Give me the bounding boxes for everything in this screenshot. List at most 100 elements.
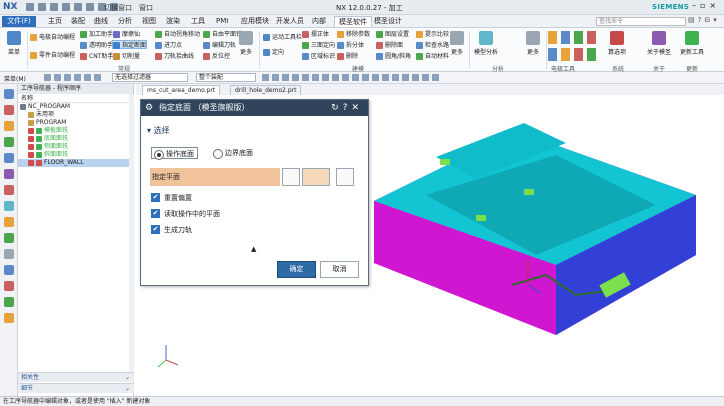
tree-row[interactable]: 侧面面铣 [18, 143, 133, 151]
snap-icon[interactable] [392, 74, 399, 81]
snap-icon[interactable] [312, 74, 319, 81]
snap-icon[interactable] [382, 74, 389, 81]
electrode-icon[interactable] [574, 48, 583, 61]
cam-icon[interactable] [3, 233, 14, 243]
region-mark-button[interactable]: 区域标识 [302, 52, 335, 61]
auto-material-button[interactable]: 自动材料 [416, 52, 449, 61]
tree-row[interactable]: PROGRAM [18, 119, 133, 127]
role-icon[interactable] [3, 249, 14, 259]
section-header-select[interactable]: ▾ 选择 [147, 125, 170, 136]
palette-icon[interactable] [3, 281, 14, 291]
undo-icon[interactable] [38, 3, 46, 11]
process-studio-icon[interactable] [3, 217, 14, 227]
switch-window-button[interactable]: 切换窗口 窗口 [104, 3, 153, 13]
auto-corner-button[interactable]: 自动拐角移动 [155, 30, 200, 39]
more-button-3[interactable]: 更多 [522, 31, 544, 56]
save-icon[interactable] [26, 3, 34, 11]
tree-row[interactable]: 斜面面铣 [18, 151, 133, 159]
operation-floor-radio[interactable]: 操作底面 [151, 147, 198, 160]
cnt-helper-button[interactable]: CNT助手 [80, 52, 113, 61]
web-browser-icon[interactable] [3, 185, 14, 195]
tab-view[interactable]: 视图 [138, 16, 160, 27]
assembly-navigator-icon[interactable] [3, 121, 14, 131]
history-icon[interactable] [3, 201, 14, 211]
tab-home[interactable]: 主页 [44, 16, 66, 27]
model-analysis-button[interactable]: 模型分析 [472, 31, 500, 56]
tree-row[interactable]: 未用项 [18, 111, 133, 119]
redo-icon[interactable] [50, 3, 58, 11]
snap-icon[interactable] [332, 74, 339, 81]
tab-analysis[interactable]: 分析 [114, 16, 136, 27]
snap-icon[interactable] [322, 74, 329, 81]
tree-row[interactable]: 模板面铣 [18, 127, 133, 135]
specify-floor-button[interactable]: 指定断面 [112, 40, 148, 49]
copy-icon[interactable] [74, 3, 82, 11]
boundary-floor-radio[interactable]: 边界底面 [213, 147, 253, 159]
tree-row-selected[interactable]: FLOOR_WALL [18, 159, 133, 167]
snap-icon[interactable] [432, 74, 439, 81]
specify-plane-field[interactable]: 指定平面 [150, 168, 280, 186]
tree-row[interactable]: NC_PROGRAM [18, 103, 133, 111]
toolbar-icon[interactable] [94, 74, 101, 81]
snap-icon[interactable] [402, 74, 409, 81]
update-tool-button[interactable]: 更新工具 [678, 31, 706, 56]
reverse-control-button[interactable]: 反位控 [203, 52, 230, 61]
window-controls[interactable]: –▫× [692, 1, 720, 10]
paste-icon[interactable] [86, 3, 94, 11]
system-icon[interactable] [3, 265, 14, 275]
entry-point-button[interactable]: 进刀点 [155, 41, 182, 50]
tab-pmi[interactable]: PMI [212, 16, 232, 27]
tab-assembly[interactable]: 装配 [67, 16, 89, 27]
snap-icon[interactable] [282, 74, 289, 81]
tab-internal[interactable]: 内部 [308, 16, 330, 27]
tab-mosheng-design[interactable]: 模圣设计 [370, 16, 406, 27]
doc-tab-active[interactable]: ms_cut_area_demo.prt [142, 85, 221, 95]
related-panel-header[interactable]: 相关性 ⌄ [18, 372, 134, 382]
assembly-scope-select[interactable]: 整个装配 [196, 73, 256, 82]
expand-arrow-icon[interactable]: ▲ [251, 245, 256, 253]
snap-icon[interactable] [262, 74, 269, 81]
toolpath-curve-button[interactable]: 刀轨拾曲线 [155, 52, 194, 61]
doc-tab[interactable]: drill_hole_demo2.prt [230, 85, 302, 95]
tree-row[interactable]: 底面面铣 [18, 135, 133, 143]
column-header-name[interactable]: 名称 [18, 94, 133, 103]
snap-icon[interactable] [362, 74, 369, 81]
electrode-icon[interactable] [548, 48, 557, 61]
split-body-button[interactable]: 拆分体 [337, 41, 364, 50]
compare-button[interactable]: 提示比较 [416, 30, 449, 39]
menu-dropdown[interactable]: 菜单(M) [4, 74, 26, 83]
toolbar-icon[interactable] [44, 74, 51, 81]
tab-curve[interactable]: 曲线 [90, 16, 112, 27]
toolbar-icon[interactable] [84, 74, 91, 81]
part-program-button[interactable]: 零件自动编程 [30, 51, 75, 60]
more-button-2[interactable]: 更多 [446, 31, 468, 56]
toolbar-icon[interactable] [64, 74, 71, 81]
edit-toolpath-button[interactable]: 编辑刀轨 [203, 41, 236, 50]
tool-icon[interactable] [3, 313, 14, 323]
about-button[interactable]: 关于模圣 [645, 31, 673, 56]
cancel-button[interactable]: 取消 [320, 261, 359, 278]
tab-tools[interactable]: 工具 [187, 16, 209, 27]
align-body-button[interactable]: 摆正体 [302, 30, 329, 39]
plane-type-dropdown[interactable] [302, 168, 330, 186]
delete-face-button[interactable]: 删除面 [376, 41, 403, 50]
delete-button[interactable]: 删除 [337, 52, 358, 61]
orient-button[interactable]: 定向 [263, 48, 284, 57]
tab-file[interactable]: 文件(F) [2, 16, 36, 27]
more-button-1[interactable]: 更多 [235, 31, 257, 56]
gear-icon[interactable]: ⚙ [145, 100, 153, 116]
electrode-icon[interactable] [561, 31, 570, 44]
snap-icon[interactable] [412, 74, 419, 81]
help-icons[interactable]: ▤?⊟▾ [688, 16, 720, 24]
snap-icon[interactable] [342, 74, 349, 81]
menu-big-button[interactable]: 菜单 [3, 31, 25, 56]
reuse-library-icon[interactable] [3, 153, 14, 163]
select-face-button[interactable] [336, 168, 354, 186]
layer-settings-button[interactable]: 图层设置 [376, 30, 409, 39]
selection-filter-select[interactable]: 无选择过滤器 [112, 73, 188, 82]
snap-icon[interactable] [302, 74, 309, 81]
cut-amount-button[interactable]: 切削量 [113, 52, 140, 61]
snap-icon[interactable] [352, 74, 359, 81]
calc-options-button[interactable]: 算选项 [604, 31, 630, 56]
settings-icon[interactable] [3, 297, 14, 307]
